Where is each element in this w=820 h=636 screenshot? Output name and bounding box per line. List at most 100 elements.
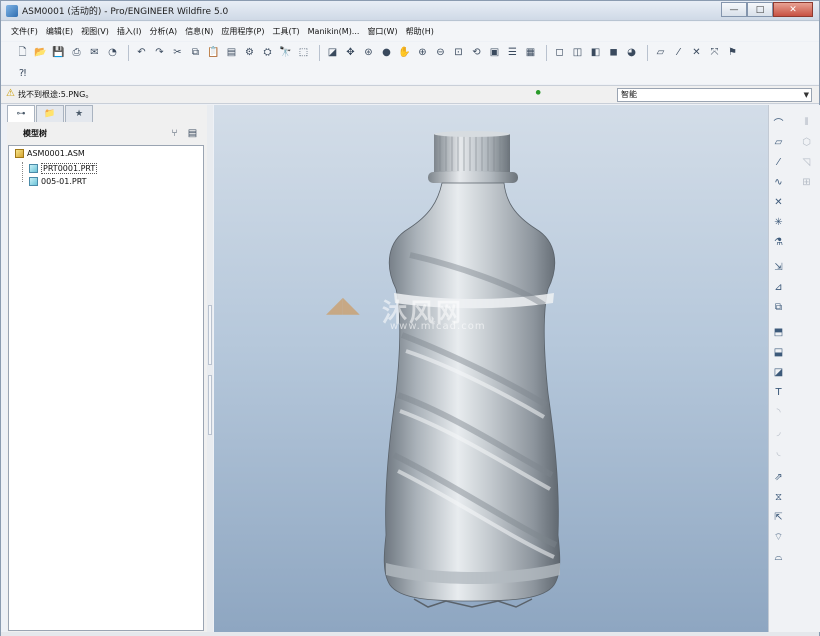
view-manager-icon[interactable]: ▦	[523, 46, 538, 61]
enhanced-realism-icon[interactable]: ◕	[624, 46, 639, 61]
model-tree-header: 模型树 ⑂ ▤	[7, 123, 207, 145]
zoom-out-icon[interactable]: ⊖	[433, 46, 448, 61]
datum-point-display-icon[interactable]: ✕	[689, 46, 704, 61]
hidden-line-icon[interactable]: ◫	[570, 46, 585, 61]
draft-icon[interactable]: ◹	[799, 155, 814, 170]
datum-point-icon[interactable]: ✕	[771, 195, 786, 210]
graphics-window[interactable]: ◢◣ 沐风网 www.mfcad.com	[214, 105, 768, 632]
layers-icon[interactable]: ☰	[505, 46, 520, 61]
no-hidden-icon[interactable]: ◧	[588, 46, 603, 61]
datum-axis-icon[interactable]: ⁄	[771, 155, 786, 170]
tree-node-assembly[interactable]: ASM0001.ASM	[15, 149, 85, 158]
assemble-icon[interactable]: ⇲	[771, 260, 786, 275]
menu-analysis[interactable]: 分析(A)	[145, 26, 181, 37]
move-icon[interactable]: ⇱	[771, 510, 786, 525]
regenerate-icon[interactable]: ⚙	[242, 46, 257, 61]
orient-mode-icon[interactable]: ⊛	[361, 46, 376, 61]
menu-applications[interactable]: 应用程序(P)	[217, 26, 268, 37]
context-help-icon[interactable]: ⁈	[15, 67, 30, 82]
toolbar-separator	[647, 45, 648, 61]
part-icon	[29, 177, 38, 186]
tab-folder-browser[interactable]: 📁	[36, 105, 64, 122]
tree-filter-icon[interactable]: ⑂	[167, 126, 182, 141]
menu-view[interactable]: 视图(V)	[77, 26, 113, 37]
paste-special-icon[interactable]: ▤	[224, 46, 239, 61]
menu-help[interactable]: 帮助(H)	[402, 26, 438, 37]
saved-views-icon[interactable]: ▣	[487, 46, 502, 61]
paste-icon[interactable]: 📋	[206, 46, 221, 61]
close-button[interactable]: ✕	[773, 2, 813, 17]
splitter-grip[interactable]	[208, 305, 212, 365]
menu-file[interactable]: 文件(F)	[7, 26, 42, 37]
tree-node-part[interactable]: 005-01.PRT	[29, 177, 87, 186]
minimize-button[interactable]: —	[721, 2, 747, 17]
create-component-icon[interactable]: ⊿	[771, 280, 786, 295]
tree-connector	[22, 162, 23, 182]
shading-icon[interactable]: ◼	[606, 46, 621, 61]
tab-favorites[interactable]: ★	[65, 105, 93, 122]
hole-icon[interactable]: T	[771, 385, 786, 400]
new-file-icon[interactable]: 🗋	[15, 46, 30, 61]
send-link-icon[interactable]: ◔	[105, 46, 120, 61]
menu-manikin[interactable]: Manikin(M)...	[304, 27, 364, 36]
wireframe-icon[interactable]: ◻	[552, 46, 567, 61]
datum-plane-display-icon[interactable]: ▱	[653, 46, 668, 61]
selection-filter-select[interactable]: 智能 ▼	[617, 88, 812, 102]
revolve-icon[interactable]: ⬓	[771, 345, 786, 360]
menu-edit[interactable]: 编辑(E)	[42, 26, 77, 37]
mechanism-icon[interactable]: ⧉	[771, 300, 786, 315]
redo-icon[interactable]: ↷	[152, 46, 167, 61]
bottle-cap	[434, 134, 510, 172]
tab-model-tree[interactable]: ⊶	[7, 105, 35, 122]
select-box-icon[interactable]: ⬚	[296, 46, 311, 61]
mirror-icon[interactable]: ⧖	[771, 490, 786, 505]
copy-feature-icon[interactable]: ⇗	[771, 470, 786, 485]
csys-display-icon[interactable]: ⤧	[707, 46, 722, 61]
csys-icon[interactable]: ✳	[771, 215, 786, 230]
merge-icon[interactable]: ⌔	[771, 530, 786, 545]
reorient-icon[interactable]: ⟲	[469, 46, 484, 61]
part-icon	[29, 164, 38, 173]
find-icon[interactable]: 🔭	[278, 46, 293, 61]
chamfer-icon[interactable]: ◞	[771, 425, 786, 440]
sketch-icon[interactable]: ⌒	[771, 115, 786, 130]
sweep-icon[interactable]: ◪	[771, 365, 786, 380]
watermark-url: www.mfcad.com	[390, 321, 486, 332]
regen-manager-icon[interactable]: ⛭	[260, 46, 275, 61]
axis-symmetry-icon[interactable]: ⫴	[799, 115, 814, 130]
repaint-icon[interactable]: ◪	[325, 46, 340, 61]
panel-splitter[interactable]	[207, 105, 213, 632]
trim-icon[interactable]: ⌓	[771, 550, 786, 565]
zoom-in-icon[interactable]: ⊕	[415, 46, 430, 61]
print-icon[interactable]: ⎙	[69, 46, 84, 61]
shading-sphere-icon[interactable]: ●	[379, 46, 394, 61]
send-mail-icon[interactable]: ✉	[87, 46, 102, 61]
pattern-icon[interactable]: ⊞	[799, 175, 814, 190]
open-folder-icon[interactable]: 📂	[33, 46, 48, 61]
refit-icon[interactable]: ⊡	[451, 46, 466, 61]
save-icon[interactable]: 💾	[51, 46, 66, 61]
pan-hand-icon[interactable]: ✋	[397, 46, 412, 61]
maximize-button[interactable]: □	[747, 2, 773, 17]
annotation-display-icon[interactable]: ⚑	[725, 46, 740, 61]
menu-window[interactable]: 窗口(W)	[363, 26, 401, 37]
splitter-grip[interactable]	[208, 375, 212, 435]
datum-axis-display-icon[interactable]: ⁄	[671, 46, 686, 61]
round-icon[interactable]: ◝	[771, 405, 786, 420]
undo-icon[interactable]: ↶	[134, 46, 149, 61]
tree-node-part[interactable]: PRT0001.PRT	[29, 163, 98, 174]
menu-info[interactable]: 信息(N)	[181, 26, 217, 37]
analysis-feature-icon[interactable]: ⚗	[771, 235, 786, 250]
copy-icon[interactable]: ⧉	[188, 46, 203, 61]
menu-tools[interactable]: 工具(T)	[269, 26, 304, 37]
datum-plane-icon[interactable]: ▱	[771, 135, 786, 150]
shell-icon[interactable]: ⬡	[799, 135, 814, 150]
tree-settings-icon[interactable]: ▤	[185, 126, 200, 141]
cut-icon[interactable]: ✂	[170, 46, 185, 61]
rib-icon[interactable]: ◟	[771, 445, 786, 460]
spin-center-icon[interactable]: ✥	[343, 46, 358, 61]
menu-insert[interactable]: 插入(I)	[113, 26, 146, 37]
datum-curve-icon[interactable]: ∿	[771, 175, 786, 190]
extrude-icon[interactable]: ⬒	[771, 325, 786, 340]
app-window: ASM0001 (活动的) - Pro/ENGINEER Wildfire 5.…	[0, 0, 820, 636]
